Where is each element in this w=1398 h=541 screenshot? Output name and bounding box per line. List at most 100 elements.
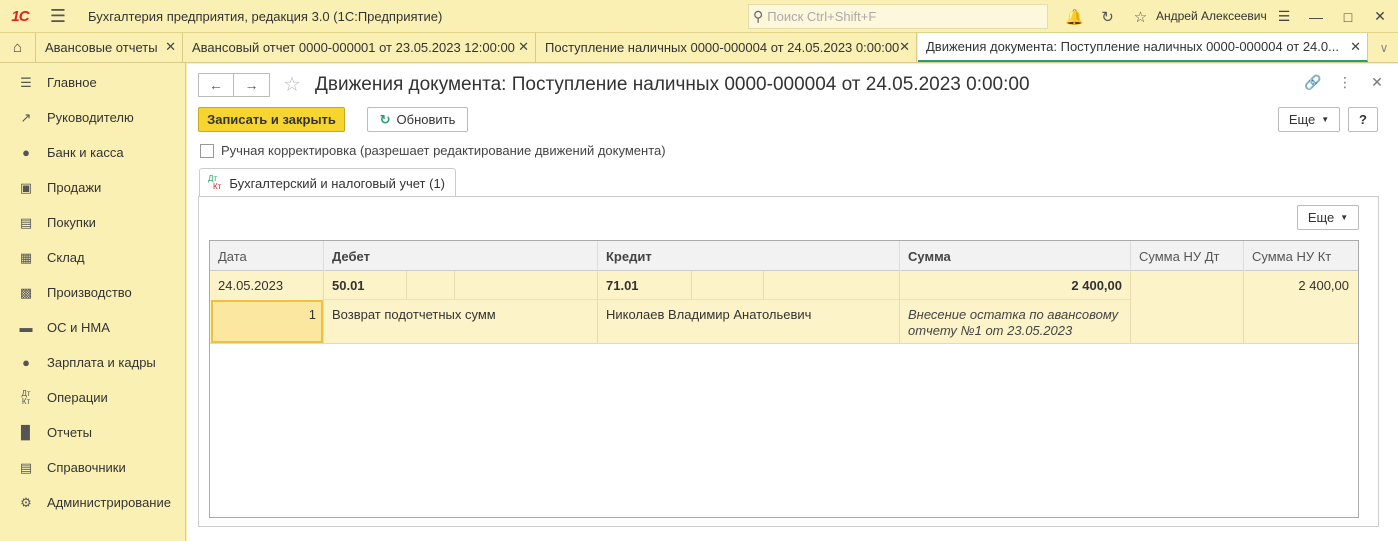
window-controls: ☰ — □ ✕ [1268, 0, 1396, 33]
sidebar-item-manager[interactable]: ↗ Руководителю [0, 100, 186, 135]
app-logo[interactable]: 1С [0, 0, 40, 33]
tab-label: Авансовые отчеты [45, 40, 158, 55]
cell-content[interactable]: Внесение остатка по авансовому отчету №1… [908, 307, 1126, 339]
dt-kt-icon: Дт Кт [208, 175, 221, 191]
logo-text: 1С [11, 7, 29, 25]
cell-number[interactable]: 1 [218, 307, 316, 322]
movements-table: Дата Дебет Кредит Сумма Сумма НУ Дт Сумм… [209, 240, 1359, 518]
tab-bar: ⌂ Авансовые отчеты ✕ Авансовый отчет 000… [0, 33, 1398, 63]
sidebar-item-purchases[interactable]: ▤ Покупки [0, 205, 186, 240]
sidebar-item-production[interactable]: ▩ Производство [0, 275, 186, 310]
sidebar-item-label: Зарплата и кадры [47, 355, 156, 370]
search-placeholder: Поиск Ctrl+Shift+F [767, 9, 877, 24]
column-sum-nu-dt[interactable]: Сумма НУ Дт [1131, 241, 1244, 271]
app-title: Бухгалтерия предприятия, редакция 3.0 (1… [88, 8, 443, 24]
sidebar-item-label: Склад [47, 250, 85, 265]
sidebar-item-reports[interactable]: ▉ Отчеты [0, 415, 186, 450]
menu-icon: ☰ [20, 74, 32, 90]
sidebar-item-label: Банк и касса [47, 145, 124, 160]
cell-credit-account[interactable]: 71.01 [606, 278, 639, 293]
sidebar-item-directories[interactable]: ▤ Справочники [0, 450, 186, 485]
home-icon[interactable]: ⌂ [0, 33, 36, 62]
link-icon[interactable]: 🔗 [1297, 74, 1329, 91]
tab-label: Поступление наличных 0000-000004 от 24.0… [545, 40, 900, 55]
history-icon[interactable]: ↻ [1091, 8, 1124, 26]
close-tab-icon[interactable]: ✕ [899, 39, 910, 55]
tab-advance-report-doc[interactable]: Авансовый отчет 0000-000001 от 23.05.202… [184, 33, 536, 62]
close-form-icon[interactable]: ✕ [1361, 74, 1393, 91]
cell-debit-account[interactable]: 50.01 [332, 278, 365, 293]
favorite-star-icon[interactable]: ☆ [283, 72, 301, 97]
kt-label: Кт [213, 182, 222, 191]
refresh-button[interactable]: ↻ Обновить [367, 107, 468, 132]
sidebar-item-sales[interactable]: ▣ Продажи [0, 170, 186, 205]
tab-label: Бухгалтерский и налоговый учет (1) [229, 175, 446, 191]
maximize-icon[interactable]: □ [1332, 9, 1364, 25]
sidebar-item-operations[interactable]: Дт Кт Операции [0, 380, 186, 415]
manual-edit-row: Ручная корректировка (разрешает редактир… [200, 143, 666, 158]
save-and-close-button[interactable]: Записать и закрыть [198, 107, 345, 132]
manual-edit-checkbox[interactable] [200, 143, 214, 158]
column-debit[interactable]: Дебет [324, 241, 598, 271]
chevron-down-icon[interactable]: ∨ [1370, 33, 1398, 62]
close-icon[interactable]: ✕ [1364, 8, 1396, 25]
cell-date[interactable]: 24.05.2023 [218, 278, 283, 293]
cell-sum-nu-kt[interactable]: 2 400,00 [1244, 278, 1349, 293]
cell-divider [597, 271, 598, 344]
sidebar-item-main[interactable]: ☰ Главное [0, 65, 186, 100]
close-tab-icon[interactable]: ✕ [165, 39, 176, 55]
main-menu-icon[interactable]: ☰ [40, 6, 76, 27]
tab-label: Авансовый отчет 0000-000001 от 23.05.202… [192, 40, 515, 55]
sidebar-item-label: Производство [47, 285, 132, 300]
dt-kt-icon: Дт Кт [21, 388, 31, 406]
truck-icon: ▬ [19, 320, 33, 335]
column-sum-nu-kt[interactable]: Сумма НУ Кт [1244, 241, 1358, 271]
back-arrow-icon[interactable]: ← [198, 73, 234, 97]
main-content: ← → ☆ Движения документа: Поступление на… [187, 64, 1398, 541]
tab-document-movements[interactable]: Движения документа: Поступление наличных… [918, 33, 1368, 62]
top-toolbar: 🔔 ↻ ☆ [1058, 0, 1157, 33]
sidebar-item-warehouse[interactable]: ▦ Склад [0, 240, 186, 275]
tab-accounting[interactable]: Дт Кт Бухгалтерский и налоговый учет (1) [199, 168, 456, 197]
cell-sum[interactable]: 2 400,00 [900, 278, 1122, 293]
tab-cash-receipt[interactable]: Поступление наличных 0000-000004 от 24.0… [537, 33, 917, 62]
column-sum[interactable]: Сумма [900, 241, 1131, 271]
settings-menu-icon[interactable]: ☰ [1268, 8, 1300, 25]
cell-debit-subconto[interactable]: Возврат подотчетных сумм [332, 307, 496, 322]
sidebar-item-fixed-assets[interactable]: ▬ ОС и НМА [0, 310, 186, 345]
sidebar-item-bank[interactable]: ● Банк и касса [0, 135, 186, 170]
sidebar-item-admin[interactable]: ⚙ Администрирование [0, 485, 186, 520]
tab-label: Движения документа: Поступление наличных… [926, 39, 1339, 54]
panel-more-button[interactable]: Еще ▼ [1297, 205, 1359, 230]
column-date[interactable]: Дата [210, 241, 324, 271]
cell-divider [454, 271, 455, 299]
search-input[interactable]: ⚲ Поиск Ctrl+Shift+F [748, 4, 1048, 29]
person-icon: ● [22, 355, 30, 370]
column-credit[interactable]: Кредит [598, 241, 900, 271]
accounting-panel: Еще ▼ Дата Дебет Кредит Сумма Сумма НУ Д… [198, 196, 1379, 527]
nav-buttons: ← → [198, 73, 270, 97]
close-tab-icon[interactable]: ✕ [518, 39, 529, 55]
cell-divider [1130, 271, 1131, 344]
more-vertical-icon[interactable]: ⋮ [1329, 74, 1361, 91]
manual-edit-label[interactable]: Ручная корректировка (разрешает редактир… [221, 143, 666, 158]
user-name[interactable]: Андрей Алексеевич [1156, 9, 1267, 23]
close-tab-icon[interactable]: ✕ [1350, 39, 1361, 55]
star-icon[interactable]: ☆ [1124, 8, 1157, 26]
minimize-icon[interactable]: — [1300, 9, 1332, 25]
help-button[interactable]: ? [1348, 107, 1378, 132]
coin-icon: ● [22, 145, 30, 160]
trend-icon: ↗ [20, 109, 32, 125]
cell-credit-subconto[interactable]: Николаев Владимир Анатольевич [606, 307, 811, 322]
warehouse-icon: ▦ [19, 249, 33, 265]
search-icon: ⚲ [753, 8, 764, 24]
tab-advance-reports[interactable]: Авансовые отчеты ✕ [37, 33, 183, 62]
bell-icon[interactable]: 🔔 [1058, 8, 1091, 26]
cart-icon: ▣ [19, 179, 33, 195]
forward-arrow-icon[interactable]: → [234, 73, 270, 97]
cell-divider [763, 271, 764, 299]
more-button[interactable]: Еще ▼ [1278, 107, 1340, 132]
sidebar-item-label: Покупки [47, 215, 96, 230]
sidebar-item-salary[interactable]: ● Зарплата и кадры [0, 345, 186, 380]
cell-divider [323, 271, 324, 344]
